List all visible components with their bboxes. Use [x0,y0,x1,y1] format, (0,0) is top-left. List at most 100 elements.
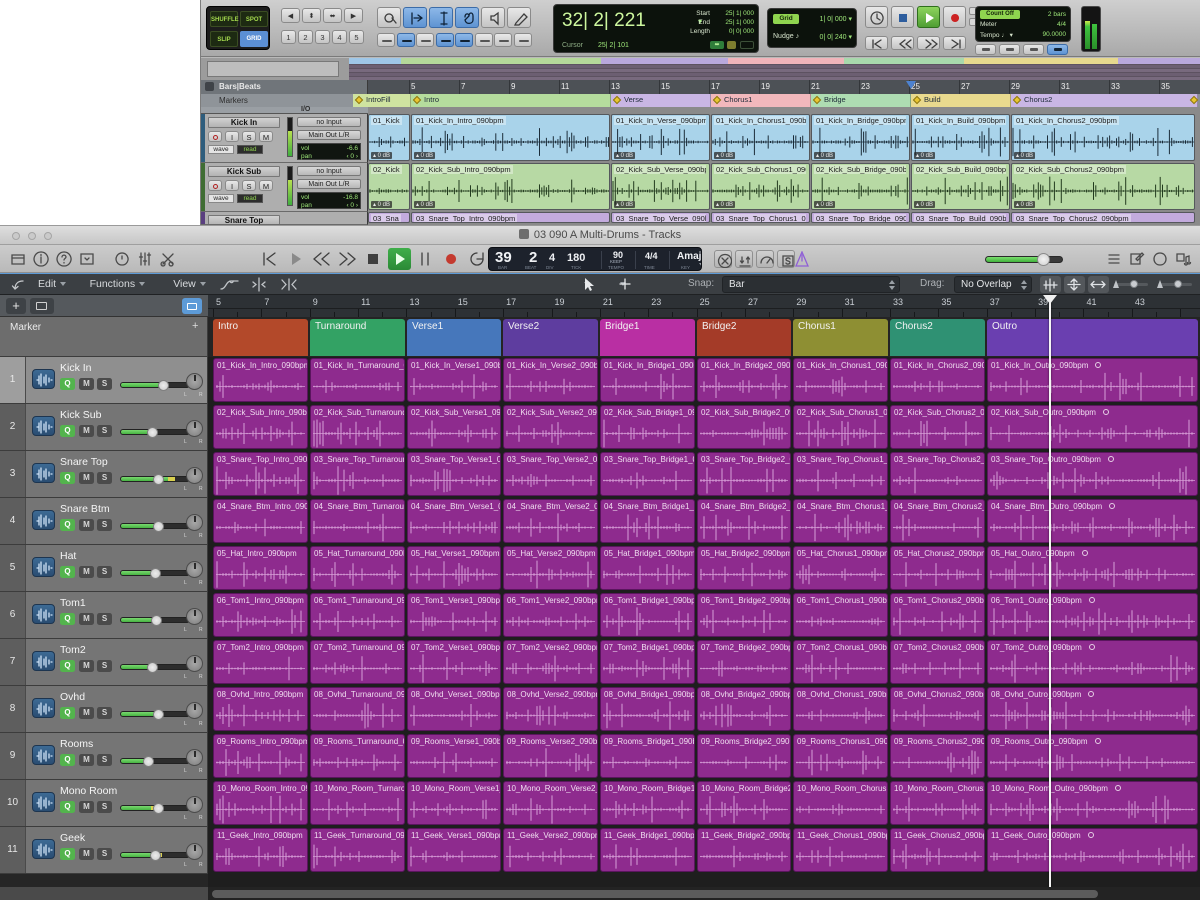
pt-zoom-preset-2[interactable]: 2 [298,30,313,44]
arrangement-section-outro[interactable]: Outro [987,319,1198,356]
region[interactable]: 10_Mono_Room_Intro_090bpm [213,781,308,825]
pt-conductor-button[interactable] [1047,44,1068,55]
region[interactable]: 01_Kick_In_Bridge1_090bpm [600,358,695,402]
pt-zoom-preset-1[interactable]: 1 [281,30,296,44]
region[interactable]: 09_Rooms_Verse1_090bpm [407,734,501,778]
region[interactable]: 10_Mono_Room_Chorus1_090bpm [793,781,888,825]
volume-knob[interactable] [143,756,154,767]
region[interactable]: 08_Ovhd_Bridge1_090bpm [600,687,695,731]
region[interactable]: 11_Geek_Bridge2_090bpm [697,828,791,872]
region[interactable]: 02_Kick_Sub_Verse2_090bpm [503,405,598,449]
region[interactable]: 04_Snare_Btm_Verse2_090bpm [503,499,598,543]
pt-region-gain-badge[interactable]: ▴ 0 dB [714,201,735,208]
pt-region-gain-badge[interactable]: ▴ 0 dB [414,201,435,208]
pt-record-enable-button[interactable] [208,180,222,191]
lg-note-pads-button[interactable] [1127,249,1147,269]
track-header-4[interactable]: 4Snare BtmQMSLR [0,498,208,545]
track-name[interactable]: Kick In [60,362,92,374]
region[interactable]: 03_Snare_Top_Chorus2_090bpm [890,452,985,496]
pt-marker-Bridge[interactable]: Bridge [811,94,911,107]
pan-knob[interactable] [186,514,203,531]
lg-no-input-monitoring-button[interactable] [714,250,732,268]
pt-vol-value[interactable]: -6.6 [328,145,358,152]
mute-button[interactable]: M [79,707,94,719]
region[interactable]: 03_Snare_Top_Verse2_090bpm [503,452,598,496]
pt-region[interactable]: 02_Kick_Sub_Intro_090bpm▴ 0 dB [411,163,610,210]
region[interactable]: 01_Kick_In_Outro_090bpm [987,358,1198,402]
command-click-tool-selector[interactable] [616,275,648,294]
flex-quantize-button[interactable]: Q [60,660,75,672]
region[interactable]: 07_Tom2_Verse2_090bpm [503,640,598,684]
edit-mode-shuffle[interactable]: SHUFFLE [210,11,238,27]
region[interactable]: 10_Mono_Room_Verse2_090bpm [503,781,598,825]
lg-automation-button[interactable] [218,275,242,294]
edit-mode-slip[interactable]: SLIP [210,31,238,47]
track-header-7[interactable]: 7Tom2QMSLR [0,639,208,686]
pt-region[interactable]: 03_Snare_Top_Chorus2_090bpm [1011,212,1195,223]
region[interactable]: 07_Tom2_Bridge1_090bpm [600,640,695,684]
region[interactable]: 04_Snare_Btm_Intro_090bpm [213,499,308,543]
track-name[interactable]: Snare Btm [60,503,110,515]
track-header-10[interactable]: 10Mono RoomQMSLR [0,780,208,827]
pt-read-automation-button[interactable]: read [237,194,263,203]
lg-stop-button[interactable] [362,248,385,270]
lg-back-button[interactable] [8,275,28,295]
lg-forward-button[interactable] [336,248,359,270]
region[interactable]: 03_Snare_Top_Bridge1_090bpm [600,452,695,496]
region[interactable]: 05_Hat_Bridge2_090bpm [697,546,791,590]
region[interactable]: 06_Tom1_Outro_090bpm [987,593,1198,637]
pt-region[interactable]: 01_Kick_In_Intro_090bpm▴ 0 dB [411,114,610,161]
region[interactable]: 11_Geek_Chorus1_090bpm [793,828,888,872]
pt-record-enable-button[interactable] [208,131,222,142]
region[interactable]: 02_Kick_Sub_Bridge1_090bpm [600,405,695,449]
track-name[interactable]: Tom1 [60,597,86,609]
region[interactable]: 04_Snare_Btm_Turnaround_090bpm [310,499,405,543]
region[interactable]: 01_Kick_In_Chorus1_090bpm [793,358,888,402]
pt-marker-Intro[interactable]: Intro [411,94,611,107]
region[interactable]: 10_Mono_Room_Turnaround_090bpm [310,781,405,825]
solo-button[interactable]: S [97,425,112,437]
lg-metronome-button[interactable] [791,249,813,269]
region[interactable]: 02_Kick_Sub_Bridge2_090bpm [697,405,791,449]
pt-online-button[interactable] [865,6,888,28]
volume-knob[interactable] [150,568,161,579]
pan-knob[interactable] [186,561,203,578]
lg-rewind-button[interactable] [310,248,333,270]
mute-button[interactable]: M [79,566,94,578]
mute-button[interactable]: M [79,848,94,860]
solo-button[interactable]: S [97,378,112,390]
pt-read-automation-button[interactable]: read [237,145,263,154]
track-header-5[interactable]: 5HatQMSLR [0,545,208,592]
region[interactable]: 08_Ovhd_Intro_090bpm [213,687,308,731]
pt-region[interactable]: 03_Snare_Top_Build_090bpm [911,212,1010,223]
pt-midi-merge-button[interactable] [1023,44,1044,55]
lg-library-button[interactable] [8,249,28,269]
region[interactable]: 09_Rooms_Turnaround_090bpm [310,734,405,778]
lg-quick-help-button[interactable] [54,249,74,269]
pt-play-button[interactable] [917,6,940,28]
pt-zoom-horizontal-icon[interactable]: ⬌ [323,8,342,23]
track-name[interactable]: Tom2 [60,644,86,656]
region[interactable]: 07_Tom2_Intro_090bpm [213,640,308,684]
edit-mode-grid[interactable]: GRID [240,31,268,47]
region[interactable]: 07_Tom2_Bridge2_090bpm [697,640,791,684]
track-header-config-button[interactable] [182,298,202,314]
pt-track-name[interactable]: Kick In [208,117,280,128]
pt-region[interactable]: 02_Kick_Sub_Chorus1_090bpm▴ 0 dB [711,163,810,210]
pt-count-off-label[interactable]: Count Off [980,10,1020,19]
solo-button[interactable]: S [97,613,112,625]
pt-tool-trim[interactable] [403,7,427,28]
pt-marker-Build[interactable]: Build [911,94,1011,107]
pt-grid-value[interactable]: 1| 0| 000 ▾ [802,15,852,23]
region[interactable]: 08_Ovhd_Chorus2_090bpm [890,687,985,731]
pt-region[interactable]: 02_Kick_Sub_Build_090bpm▴ 0 dB [911,163,1010,210]
track-name[interactable]: Snare Top [60,456,108,468]
region[interactable]: 06_Tom1_Turnaround_090bpm [310,593,405,637]
pt-marker-IntroFill[interactable]: IntroFill [353,94,411,107]
flex-quantize-button[interactable]: Q [60,425,75,437]
lg-tuner-button[interactable] [756,250,774,268]
volume-knob[interactable] [147,662,158,673]
lg-toolbar-button[interactable] [77,249,97,269]
pt-region[interactable]: 03_Snare_Top_Bridge_090bpm [811,212,910,223]
pt-end-value[interactable]: 25| 1| 000 [712,19,754,26]
